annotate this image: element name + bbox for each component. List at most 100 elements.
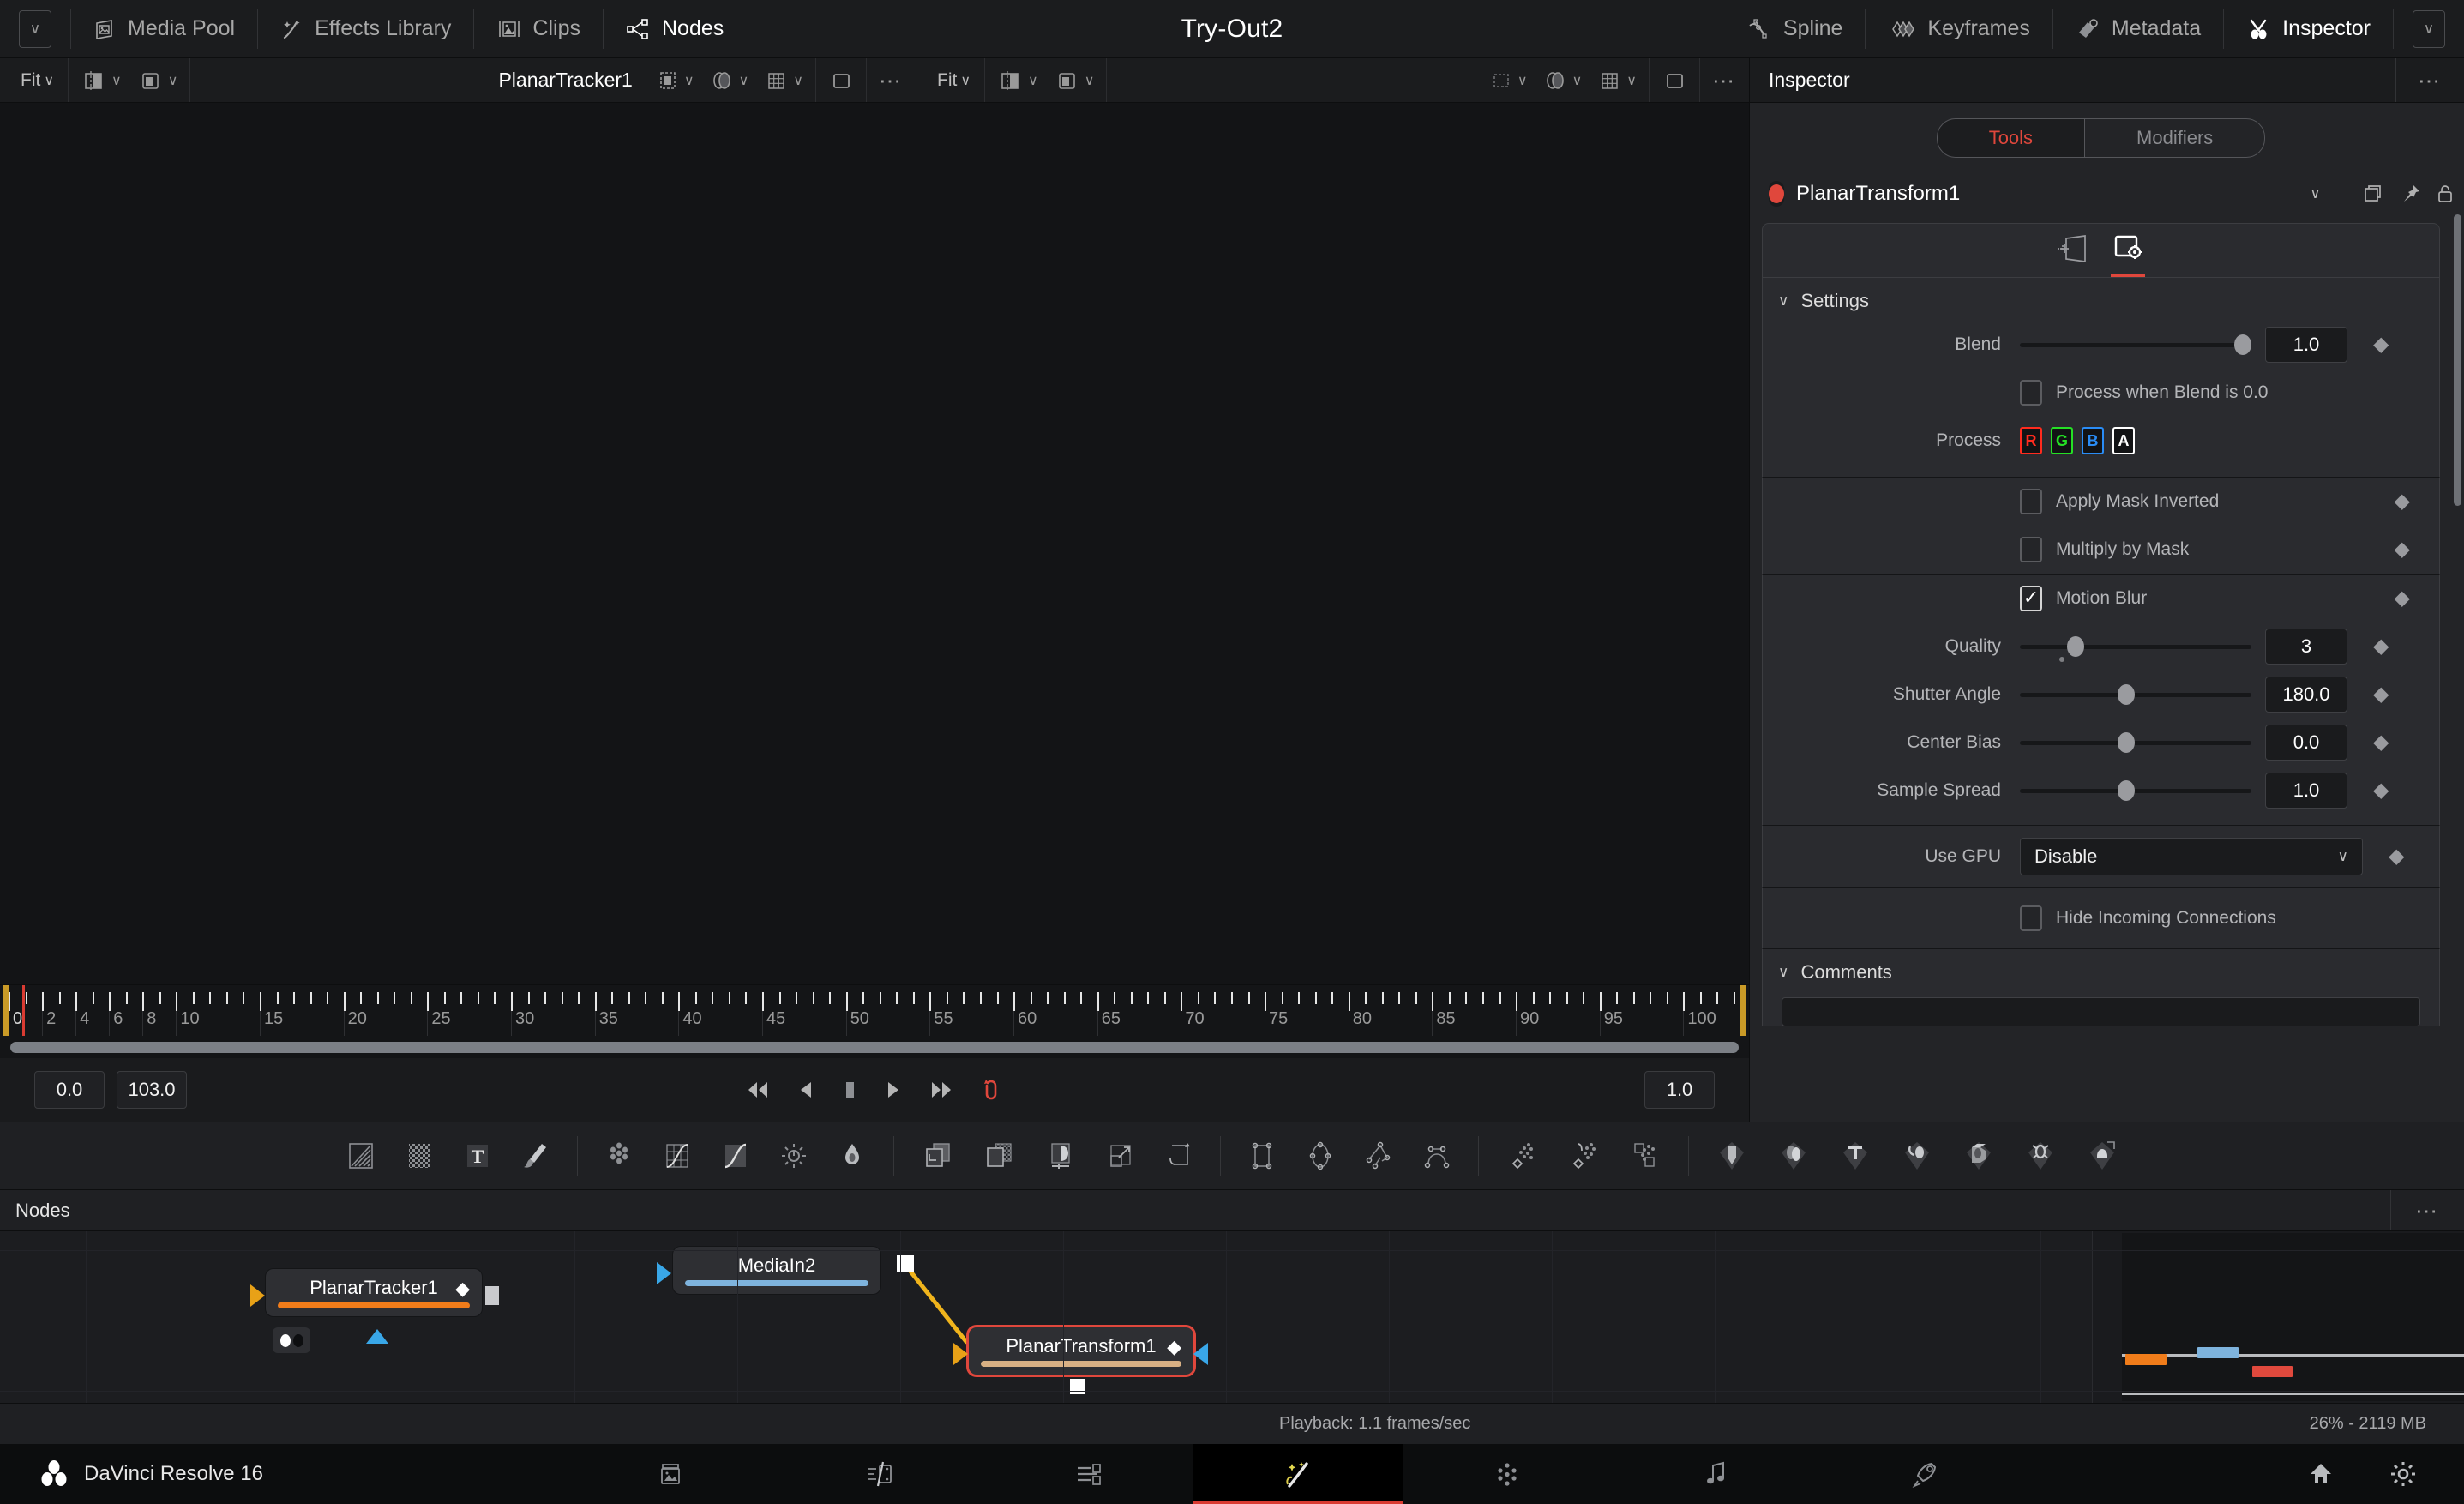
particle-emitter-icon[interactable] — [1503, 1139, 1541, 1173]
page-tab-cut[interactable] — [775, 1444, 984, 1504]
page-tab-color[interactable] — [1403, 1444, 1612, 1504]
page-tab-media[interactable] — [566, 1444, 775, 1504]
settings-gear-frame-icon[interactable] — [2109, 232, 2147, 277]
pin-icon[interactable] — [2398, 182, 2422, 206]
sample-spread-slider[interactable] — [2020, 780, 2251, 801]
region-of-interest-icon[interactable] — [657, 69, 679, 93]
apply-mask-inverted-checkbox[interactable] — [2020, 489, 2042, 514]
in-point-field[interactable]: 0.0 — [34, 1071, 105, 1109]
keyframe-diamond-icon[interactable]: ◆ — [2373, 732, 2389, 753]
grid-icon[interactable] — [1597, 68, 1621, 93]
chevron-down-icon[interactable]: ∨ — [168, 72, 178, 89]
node-input-triangle-yellow[interactable] — [250, 1284, 265, 1307]
inspector-scrollbar[interactable] — [2454, 214, 2461, 506]
chevron-down-icon[interactable]: ∨ — [1085, 72, 1095, 89]
rectangle-mask-icon[interactable] — [1245, 1139, 1279, 1173]
keyframe-diamond-icon[interactable]: ◆ — [2373, 636, 2389, 657]
out-point-field[interactable]: 103.0 — [117, 1071, 187, 1109]
loop-icon[interactable] — [978, 1075, 1006, 1104]
blur-icon[interactable] — [602, 1139, 636, 1173]
keyframe-diamond-icon[interactable]: ◆ — [2373, 684, 2389, 705]
chevron-down-icon[interactable]: ∨ — [1626, 72, 1637, 89]
color-gain-icon[interactable] — [718, 1139, 753, 1173]
panel-collapse-caret-right[interactable]: ∨ — [2413, 9, 2445, 48]
use-gpu-dropdown[interactable]: Disable ∨ — [2020, 838, 2363, 875]
top-item-media-pool[interactable]: Media Pool — [71, 0, 257, 57]
paint-brush-icon[interactable] — [519, 1139, 553, 1173]
motion-blur-checkbox[interactable]: ✓ — [2020, 586, 2042, 611]
chevron-down-icon[interactable]: ∨ — [1028, 72, 1038, 89]
page-tab-fairlight[interactable] — [1612, 1444, 1821, 1504]
process-channel-red[interactable]: R — [2020, 427, 2042, 454]
settings-section-header[interactable]: ∨ Settings — [1763, 278, 2439, 321]
quality-slider[interactable] — [2020, 636, 2251, 662]
comments-section-header[interactable]: ∨ Comments — [1763, 949, 2439, 992]
chevron-down-icon[interactable]: ∨ — [739, 72, 749, 89]
gradient-icon[interactable] — [344, 1139, 378, 1173]
sample-spread-value[interactable]: 1.0 — [2265, 773, 2347, 809]
chevron-down-icon[interactable]: ∨ — [1572, 72, 1583, 89]
viewer-pane-2[interactable] — [874, 103, 1749, 984]
node-input-triangle-yellow[interactable] — [953, 1343, 968, 1365]
dissolve-icon[interactable] — [980, 1139, 1018, 1173]
chevron-down-icon[interactable]: ∨ — [793, 72, 803, 89]
copy-icon[interactable] — [2362, 182, 2386, 206]
node-planar-tracker-1[interactable]: PlanarTracker1 ◆ — [266, 1269, 482, 1316]
minimap-viewport[interactable] — [2122, 1233, 2464, 1401]
node-mask-input-triangle[interactable] — [366, 1329, 388, 1344]
blend-value[interactable]: 1.0 — [2265, 327, 2347, 363]
inspector-more-button[interactable]: ⋯ — [2395, 58, 2464, 102]
hide-incoming-checkbox[interactable] — [2020, 905, 2042, 931]
chevron-down-icon[interactable]: ∨ — [1517, 72, 1528, 89]
bspline-mask-icon[interactable] — [1420, 1139, 1454, 1173]
three-d-cube-icon[interactable] — [1960, 1139, 1998, 1173]
range-end-marker[interactable] — [1740, 985, 1746, 1036]
three-d-merge-icon[interactable] — [1775, 1139, 1812, 1173]
top-item-nodes[interactable]: Nodes — [604, 0, 746, 57]
split-view-icon[interactable] — [997, 68, 1023, 93]
process-channel-blue[interactable]: B — [2082, 427, 2104, 454]
transform-icon[interactable] — [1103, 1139, 1138, 1173]
tab-tools[interactable]: Tools — [1937, 119, 2086, 157]
process-channel-green[interactable]: G — [2051, 427, 2073, 454]
lock-icon[interactable] — [2434, 182, 2456, 206]
viewer2-more[interactable]: ⋯ — [1700, 58, 1749, 102]
top-item-keyframes[interactable]: Keyframes — [1866, 0, 2052, 57]
chevron-down-icon[interactable]: ∨ — [111, 72, 122, 89]
stop-icon[interactable] — [839, 1075, 860, 1104]
skip-to-end-icon[interactable] — [927, 1075, 956, 1104]
brightness-contrast-icon[interactable] — [777, 1139, 811, 1173]
home-icon[interactable] — [2306, 1459, 2335, 1489]
top-item-spline[interactable]: Spline — [1725, 0, 1866, 57]
viewer-layout-icon[interactable] — [137, 68, 163, 93]
playback-rate-field[interactable]: 1.0 — [1644, 1071, 1715, 1109]
shutter-angle-value[interactable]: 180.0 — [2265, 677, 2347, 713]
panel-collapse-caret-left[interactable]: ∨ — [19, 9, 51, 48]
quality-value[interactable]: 3 — [2265, 629, 2347, 665]
grid-icon[interactable] — [764, 68, 788, 93]
three-d-text-icon[interactable] — [1836, 1139, 1874, 1173]
merge-icon[interactable] — [918, 1139, 956, 1173]
timeline-ruler[interactable]: 0 2 4 6 8 10 15 20 25 30 35 40 45 50 55 60 65 70 75 80 85 90 9… — [0, 984, 1749, 1036]
viewer1-more[interactable]: ⋯ — [867, 58, 916, 102]
node-planar-transform-1[interactable]: PlanarTransform1 ◆ — [969, 1327, 1193, 1375]
three-d-camera-icon[interactable] — [1898, 1139, 1936, 1173]
keyframe-diamond-icon[interactable]: ◆ — [2373, 780, 2389, 801]
node-media-in-2[interactable]: MediaIn2 — [673, 1247, 880, 1294]
center-bias-slider[interactable] — [2020, 732, 2251, 753]
top-item-effects-library[interactable]: Effects Library — [258, 0, 473, 57]
polygon-mask-icon[interactable] — [1361, 1139, 1396, 1173]
nodes-minimap[interactable] — [2092, 1231, 2464, 1403]
node-enable-toggle[interactable] — [1769, 181, 1784, 207]
region-of-interest-icon[interactable] — [1490, 69, 1512, 93]
planar-corner-pin-icon[interactable] — [2056, 232, 2094, 277]
page-tab-deliver[interactable] — [1821, 1444, 2030, 1504]
comments-textarea[interactable] — [1782, 997, 2420, 1026]
process-channel-alpha[interactable]: A — [2112, 427, 2135, 454]
timeline-scroll-track[interactable] — [10, 1041, 1739, 1053]
color-channel-icon[interactable] — [710, 68, 734, 93]
three-d-shape-icon[interactable] — [1713, 1139, 1751, 1173]
particle-render-icon[interactable] — [1565, 1139, 1602, 1173]
process-when-blend-zero-checkbox[interactable] — [2020, 380, 2042, 406]
chevron-down-icon[interactable]: ∨ — [684, 72, 694, 89]
